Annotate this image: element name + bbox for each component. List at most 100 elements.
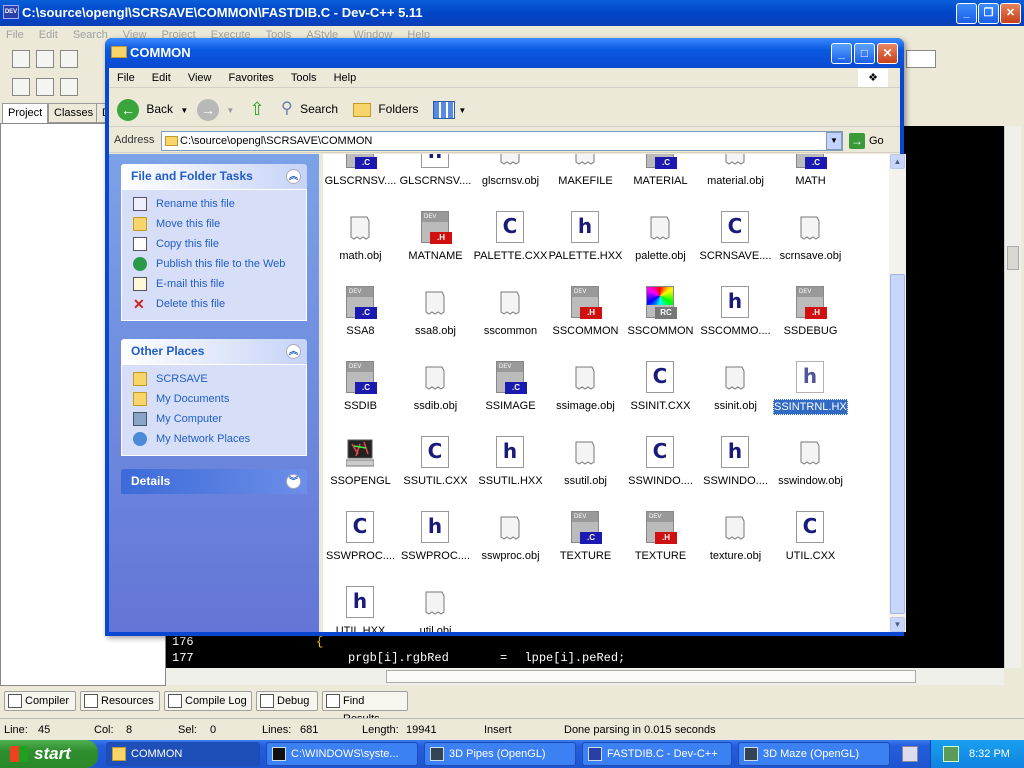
devcpp-close-button[interactable]: ✕	[1000, 3, 1021, 24]
tab-debug-output[interactable]: Debug	[256, 691, 318, 711]
search-button[interactable]: ⚲ Search	[281, 97, 338, 121]
file-item[interactable]: DEV .H TEXTURE	[623, 499, 698, 574]
file-item[interactable]: RC SSCOMMON	[623, 274, 698, 349]
task-delete[interactable]: ✕ Delete this file	[132, 294, 306, 314]
task-publish[interactable]: Publish this file to the Web	[132, 254, 306, 274]
devcpp-compiler-dropdown[interactable]	[906, 50, 936, 68]
file-item[interactable]: material.obj	[698, 154, 773, 199]
save-file-icon[interactable]	[60, 50, 78, 68]
task-explorer-common[interactable]: COMMON	[106, 742, 260, 766]
collapse-icon[interactable]: ︽	[286, 169, 301, 184]
details-header[interactable]: Details ︾	[121, 469, 307, 494]
file-item[interactable]: h SSINTRNL.HXX	[773, 349, 848, 424]
tab-find-results[interactable]: Find Results	[322, 691, 408, 725]
file-item[interactable]: DEV .C SSDIB	[323, 349, 398, 424]
folders-button[interactable]: Folders	[353, 97, 418, 121]
file-item[interactable]: DEV .C TEXTURE	[548, 499, 623, 574]
file-item[interactable]: ssutil.obj	[548, 424, 623, 499]
views-button[interactable]: ▼	[433, 97, 469, 121]
file-item[interactable]: sscommon	[473, 274, 548, 349]
task-3d-pipes[interactable]: 3D Pipes (OpenGL)	[424, 742, 576, 766]
file-item[interactable]: h SSCOMMO....	[698, 274, 773, 349]
file-item[interactable]: glscrnsv.obj	[473, 154, 548, 199]
menu-edit[interactable]: Edit	[152, 72, 171, 84]
up-folder-button[interactable]: ⇧	[243, 97, 271, 121]
task-cmd[interactable]: C:\WINDOWS\syste...	[266, 742, 418, 766]
file-item[interactable]: texture.obj	[698, 499, 773, 574]
file-item[interactable]: C UTIL.CXX	[773, 499, 848, 574]
file-item[interactable]: ssimage.obj	[548, 349, 623, 424]
scroll-down-button[interactable]: ▼	[890, 617, 905, 632]
scroll-thumb[interactable]	[386, 670, 916, 683]
tab-classes[interactable]: Classes	[48, 103, 100, 123]
task-devcpp[interactable]: FASTDIB.C - Dev-C++	[582, 742, 732, 766]
file-item[interactable]: SSOPENGL	[323, 424, 398, 499]
file-item[interactable]: DEV .H MATNAME	[398, 199, 473, 274]
devcpp-title-bar[interactable]: DEV C:\source\opengl\SCRSAVE\COMMON\FAST…	[0, 0, 1024, 26]
place-network[interactable]: My Network Places	[132, 429, 306, 449]
editor-vertical-scrollbar[interactable]	[1004, 126, 1021, 668]
collapse-icon[interactable]: ︽	[286, 344, 301, 359]
file-item[interactable]: DEV.C GLSCRNSV....	[323, 154, 398, 199]
devcpp-minimize-button[interactable]: _	[956, 3, 977, 24]
menu-file[interactable]: File	[117, 72, 135, 84]
go-button[interactable]: → Go	[849, 132, 897, 150]
scroll-thumb[interactable]	[890, 274, 905, 614]
editor-horizontal-scrollbar[interactable]	[166, 668, 1004, 685]
file-item[interactable]: scrnsave.obj	[773, 199, 848, 274]
start-button[interactable]: start	[0, 740, 98, 768]
file-item[interactable]: C SCRNSAVE....	[698, 199, 773, 274]
unindent-icon[interactable]	[36, 78, 54, 96]
tab-resources[interactable]: Resources	[80, 691, 160, 711]
file-item[interactable]: h PALETTE.HXX	[548, 199, 623, 274]
file-item[interactable]: sswproc.obj	[473, 499, 548, 574]
file-item[interactable]: DEV .C SSA8	[323, 274, 398, 349]
file-item[interactable]: ssdib.obj	[398, 349, 473, 424]
new-file-icon[interactable]	[12, 50, 30, 68]
place-my-computer[interactable]: My Computer	[132, 409, 306, 429]
file-view[interactable]: DEV.C GLSCRNSV.... h GLSCRNSV.... glscrnsv.o…	[323, 154, 889, 632]
expand-icon[interactable]: ︾	[286, 474, 301, 489]
file-item[interactable]: C SSINIT.CXX	[623, 349, 698, 424]
menu-view[interactable]: View	[188, 72, 212, 84]
file-item[interactable]: ssa8.obj	[398, 274, 473, 349]
tab-project[interactable]: Project	[2, 103, 49, 123]
address-input[interactable]: C:\source\opengl\SCRSAVE\COMMON	[161, 131, 843, 151]
scroll-up-button[interactable]: ▲	[890, 154, 905, 169]
file-item[interactable]: math.obj	[323, 199, 398, 274]
file-item[interactable]: ssinit.obj	[698, 349, 773, 424]
task-3d-maze[interactable]: 3D Maze (OpenGL)	[738, 742, 890, 766]
menu-tools[interactable]: Tools	[291, 72, 317, 84]
devcpp-menu-file[interactable]: File	[6, 29, 24, 41]
file-item[interactable]: C SSWINDO....	[623, 424, 698, 499]
file-item[interactable]: h SSWPROC....	[398, 499, 473, 574]
file-item[interactable]: DEV.C MATH	[773, 154, 848, 199]
file-item[interactable]: h SSUTIL.HXX	[473, 424, 548, 499]
devcpp-menu-edit[interactable]: Edit	[39, 29, 58, 41]
keyboard-icon[interactable]	[902, 746, 918, 762]
task-copy[interactable]: Copy this file	[132, 234, 306, 254]
file-item[interactable]: C SSWPROC....	[323, 499, 398, 574]
file-item[interactable]: palette.obj	[623, 199, 698, 274]
file-item[interactable]: h UTIL.HXX	[323, 574, 398, 632]
other-places-header[interactable]: Other Places ︽	[121, 339, 307, 364]
file-item[interactable]: h GLSCRNSV....	[398, 154, 473, 199]
devcpp-maximize-button[interactable]: ❐	[978, 3, 999, 24]
file-item[interactable]: DEV.C MATERIAL	[623, 154, 698, 199]
file-item[interactable]: DEV .H SSDEBUG	[773, 274, 848, 349]
file-item[interactable]: MAKEFILE	[548, 154, 623, 199]
tab-compiler[interactable]: Compiler	[4, 691, 76, 711]
file-item[interactable]: h SSWINDO....	[698, 424, 773, 499]
task-rename[interactable]: Rename this file	[132, 194, 306, 214]
bookmark-icon[interactable]	[60, 78, 78, 96]
tab-compile-log[interactable]: Compile Log	[164, 691, 252, 711]
open-file-icon[interactable]	[36, 50, 54, 68]
place-scrsave[interactable]: SCRSAVE	[132, 369, 306, 389]
menu-help[interactable]: Help	[334, 72, 357, 84]
file-item[interactable]: C SSUTIL.CXX	[398, 424, 473, 499]
devcpp-menu-search[interactable]: Search	[73, 29, 108, 41]
file-item[interactable]: DEV .H SSCOMMON	[548, 274, 623, 349]
clock[interactable]: 8:32 PM	[969, 740, 1010, 768]
explorer-close-button[interactable]: ✕	[877, 43, 898, 64]
file-item[interactable]: DEV .C SSIMAGE	[473, 349, 548, 424]
